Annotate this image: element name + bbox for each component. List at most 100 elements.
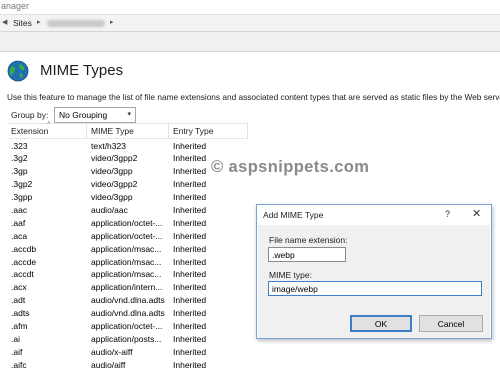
cell-mime-type: application/msac... (91, 256, 162, 267)
cell-extension: .accde (11, 256, 37, 267)
cell-extension: .3gp (11, 166, 28, 177)
cell-extension: .aac (11, 204, 28, 215)
table-row[interactable]: .aifc audio/aiff Inherited (7, 358, 249, 368)
cell-extension: .aca (11, 230, 28, 241)
breadcrumb-separator-icon: ▸ (37, 19, 41, 26)
table-row[interactable]: .acx application/intern... Inherited (7, 281, 249, 294)
table-row[interactable]: .accdb application/msac... Inherited (7, 242, 249, 255)
grid-header: Extension ˄ MIME Type Entry Type (7, 121, 249, 139)
add-mime-type-dialog: Add MIME Type ? ✕ File name extension: M… (256, 204, 492, 339)
cell-entry-type: Inherited (173, 308, 207, 319)
toolbar-band (0, 32, 500, 52)
page-title: MIME Types (40, 62, 124, 79)
cell-extension: .accdt (11, 269, 34, 280)
extension-field[interactable] (268, 247, 346, 262)
cell-entry-type: Inherited (173, 346, 207, 357)
chevron-down-icon: ▾ (127, 111, 131, 118)
cell-extension: .3g2 (11, 153, 28, 164)
back-arrow-icon[interactable]: ◀ (2, 18, 7, 26)
dialog-title: Add MIME Type (263, 210, 324, 220)
cell-entry-type: Inherited (173, 333, 207, 344)
cell-entry-type: Inherited (173, 256, 207, 267)
cell-extension: .aif (11, 346, 23, 357)
table-row[interactable]: .aaf application/octet-... Inherited (7, 216, 249, 229)
cell-entry-type: Inherited (173, 179, 207, 190)
address-bar: ◀ Sites ▸ ▸ (0, 14, 500, 32)
table-row[interactable]: .aif audio/x-aiff Inherited (7, 345, 249, 358)
cell-extension: .ai (11, 333, 20, 344)
help-icon[interactable]: ? (445, 209, 450, 219)
cell-entry-type: Inherited (173, 359, 207, 368)
cell-mime-type: video/3gpp2 (91, 153, 138, 164)
mime-type-field[interactable] (268, 281, 482, 296)
cell-extension: .aaf (11, 217, 26, 228)
table-row[interactable]: .aac audio/aac Inherited (7, 203, 249, 216)
cell-extension: .aifc (11, 359, 27, 368)
cell-entry-type: Inherited (173, 192, 207, 203)
column-divider[interactable] (86, 124, 87, 139)
table-row[interactable]: .afm application/octet-... Inherited (7, 319, 249, 332)
cell-mime-type: audio/aiff (91, 359, 126, 368)
table-row[interactable]: .accdt application/msac... Inherited (7, 268, 249, 281)
table-row[interactable]: .323 text/h323 Inherited (7, 139, 249, 152)
table-row[interactable]: .adts audio/vnd.dlna.adts Inherited (7, 307, 249, 320)
watermark: © aspsnippets.com (211, 158, 370, 176)
group-by-select[interactable]: No Grouping ▾ (54, 107, 136, 123)
cell-mime-type: audio/vnd.dlna.adts (91, 295, 165, 306)
table-row[interactable]: .adt audio/vnd.dlna.adts Inherited (7, 294, 249, 307)
column-header-entry-type[interactable]: Entry Type (173, 126, 213, 136)
cell-extension: .acx (11, 282, 27, 293)
ok-button[interactable]: OK (350, 315, 412, 332)
cell-mime-type: application/octet-... (91, 217, 163, 228)
cell-entry-type: Inherited (173, 204, 207, 215)
cell-entry-type: Inherited (173, 166, 207, 177)
cell-mime-type: text/h323 (91, 140, 126, 151)
extension-label: File name extension: (269, 235, 348, 245)
cell-mime-type: audio/x-aiff (91, 346, 133, 357)
group-by-bar: Group by: No Grouping ▾ (7, 107, 213, 123)
column-divider[interactable] (168, 124, 169, 139)
close-icon[interactable]: ✕ (472, 207, 481, 220)
cell-extension: .3gpp (11, 192, 33, 203)
window-title: anager (1, 1, 30, 11)
table-row[interactable]: .aca application/octet-... Inherited (7, 229, 249, 242)
breadcrumb-sites[interactable]: Sites (13, 18, 32, 28)
cell-extension: .323 (11, 140, 28, 151)
cell-extension: .3gp2 (11, 179, 33, 190)
table-row[interactable]: .accde application/msac... Inherited (7, 255, 249, 268)
cell-mime-type: application/msac... (91, 243, 162, 254)
cell-mime-type: application/intern... (91, 282, 163, 293)
cell-mime-type: application/octet-... (91, 230, 163, 241)
page-description: Use this feature to manage the list of f… (7, 92, 500, 102)
cell-extension: .afm (11, 320, 28, 331)
cancel-button[interactable]: Cancel (419, 315, 483, 332)
cell-mime-type: video/3gpp (91, 166, 133, 177)
table-row[interactable]: .3gpp video/3gpp Inherited (7, 191, 249, 204)
table-row[interactable]: .ai application/posts... Inherited (7, 332, 249, 345)
cell-entry-type: Inherited (173, 320, 207, 331)
cell-entry-type: Inherited (173, 243, 207, 254)
cell-entry-type: Inherited (173, 269, 207, 280)
mime-type-label: MIME type: (269, 270, 312, 280)
cell-entry-type: Inherited (173, 217, 207, 228)
cell-mime-type: video/3gpp (91, 192, 133, 203)
cell-entry-type: Inherited (173, 140, 207, 151)
cell-mime-type: audio/vnd.dlna.adts (91, 308, 165, 319)
sort-ascending-icon: ˄ (47, 121, 51, 127)
cell-extension: .adt (11, 295, 26, 306)
group-by-value: No Grouping (59, 110, 108, 120)
column-divider[interactable] (247, 124, 248, 139)
table-row[interactable]: .3gp2 video/3gpp2 Inherited (7, 178, 249, 191)
cell-entry-type: Inherited (173, 282, 207, 293)
cell-mime-type: application/posts... (91, 333, 162, 344)
cell-entry-type: Inherited (173, 153, 207, 164)
cell-mime-type: application/octet-... (91, 320, 163, 331)
dialog-body: File name extension: MIME type: OK Cance… (258, 225, 490, 338)
breadcrumb-site-name-blurred[interactable] (47, 20, 105, 27)
cell-entry-type: Inherited (173, 230, 207, 241)
column-header-mime-type[interactable]: MIME Type (91, 126, 134, 136)
cell-mime-type: application/msac... (91, 269, 162, 280)
cell-extension: .accdb (11, 243, 37, 254)
column-header-extension[interactable]: Extension (11, 126, 48, 136)
cell-mime-type: audio/aac (91, 204, 128, 215)
